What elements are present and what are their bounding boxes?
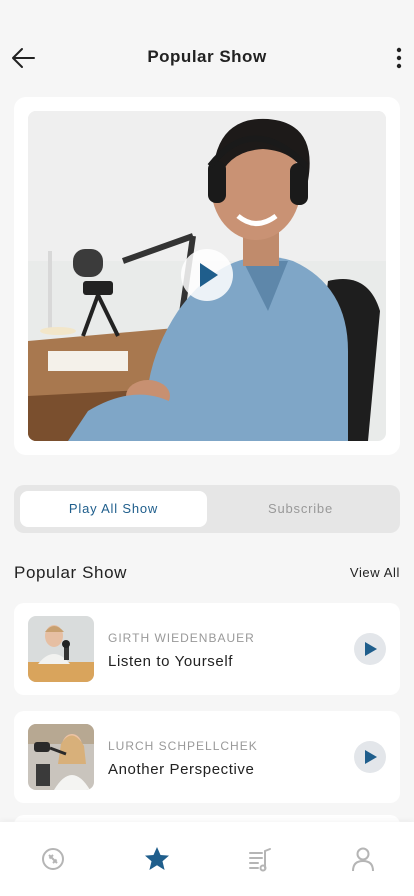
play-show-button[interactable] — [354, 633, 386, 665]
playlist-icon — [249, 848, 271, 872]
app-header: Popular Show — [0, 40, 414, 76]
view-all-link[interactable]: View All — [350, 565, 400, 580]
show-actions-toggle: Play All Show Subscribe — [14, 485, 400, 533]
featured-show-card — [14, 97, 400, 455]
list-item[interactable]: GIRTH WIEDENBAUER Listen to Yourself — [14, 603, 400, 695]
play-icon — [365, 642, 377, 656]
list-item[interactable]: LURCH SCHPELLCHEK Another Perspective — [14, 711, 400, 803]
play-show-button[interactable] — [354, 741, 386, 773]
section-title: Popular Show — [14, 563, 128, 582]
profile-icon — [352, 847, 374, 872]
play-featured-button[interactable] — [181, 249, 233, 301]
play-icon — [365, 750, 377, 764]
tab-favorites[interactable] — [144, 846, 170, 872]
show-author: GIRTH WIEDENBAUER — [108, 631, 255, 645]
featured-show-image — [28, 111, 386, 441]
star-icon — [145, 847, 169, 870]
show-thumbnail — [28, 724, 94, 790]
tab-playlist[interactable] — [247, 846, 273, 872]
more-vertical-icon — [396, 47, 402, 69]
tab-profile[interactable] — [350, 846, 376, 872]
show-author: LURCH SCHPELLCHEK — [108, 739, 258, 753]
subscribe-button[interactable]: Subscribe — [207, 491, 394, 527]
play-icon — [200, 263, 218, 287]
show-thumbnail — [28, 616, 94, 682]
page-title: Popular Show — [147, 47, 267, 66]
tab-explore[interactable] — [40, 846, 66, 872]
show-title: Another Perspective — [108, 761, 255, 778]
more-options-button[interactable] — [392, 46, 406, 70]
compass-icon — [42, 848, 64, 870]
bottom-tab-bar — [0, 822, 414, 896]
play-all-button[interactable]: Play All Show — [20, 491, 207, 527]
show-title: Listen to Yourself — [108, 653, 234, 670]
